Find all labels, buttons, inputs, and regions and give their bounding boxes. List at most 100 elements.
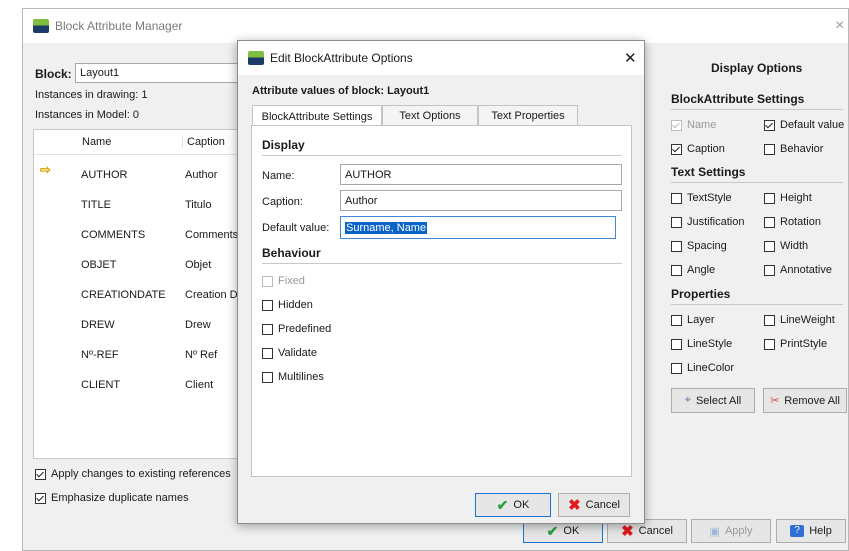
- select-all-icon: ⌖: [684, 394, 691, 406]
- option-checkbox[interactable]: [764, 241, 775, 252]
- divider: [262, 263, 622, 264]
- option-label: LineWeight: [780, 314, 835, 326]
- table-row-name[interactable]: TITLE: [81, 199, 111, 211]
- cancel-x-icon: ✖: [568, 497, 581, 514]
- name-field[interactable]: AUTHOR: [340, 164, 622, 185]
- tab-blockattribute-settings[interactable]: BlockAttribute Settings: [252, 105, 382, 127]
- remove-all-icon: ✂: [770, 395, 780, 407]
- option-checkbox[interactable]: [262, 324, 273, 335]
- option-checkbox[interactable]: [262, 300, 273, 311]
- option-checkbox[interactable]: [764, 144, 775, 155]
- attribute-rows: AUTHOR Author TITLE Titulo COMMENTS Comments O…: [33, 129, 248, 459]
- check-icon: ✔: [496, 496, 509, 513]
- help-icon: ?: [790, 525, 805, 537]
- table-row-name[interactable]: Nº-REF: [81, 349, 119, 361]
- option-label: Caption: [687, 143, 725, 155]
- apply-icon: ▣: [709, 525, 720, 538]
- option-label: Multilines: [278, 371, 324, 383]
- option-label: Hidden: [278, 299, 313, 311]
- table-row-name[interactable]: AUTHOR: [81, 169, 127, 181]
- option-checkbox[interactable]: [262, 372, 273, 383]
- dialog-app-icon: [248, 51, 264, 65]
- dialog-close-icon[interactable]: ✕: [624, 49, 637, 67]
- divider: [671, 304, 843, 305]
- block-label: Block:: [35, 67, 72, 81]
- option-checkbox[interactable]: [671, 363, 682, 374]
- display-section-title: Display: [262, 138, 305, 152]
- option-checkbox[interactable]: [671, 315, 682, 326]
- option-label: Name: [687, 119, 717, 131]
- check-icon: ✔: [546, 522, 559, 539]
- option-label: Validate: [278, 347, 317, 359]
- option-label: TextStyle: [687, 192, 732, 204]
- block-select-value: Layout1: [80, 67, 120, 79]
- divider: [262, 155, 622, 156]
- help-button[interactable]: ? Help: [776, 519, 846, 543]
- cancel-x-icon: ✖: [621, 523, 634, 540]
- option-label: Rotation: [780, 216, 821, 228]
- blockattribute-settings-heading: BlockAttribute Settings: [671, 92, 805, 106]
- option-checkbox[interactable]: [671, 339, 682, 350]
- caption-label: Caption:: [262, 196, 303, 208]
- default-value-field[interactable]: Surname, Name: [340, 216, 616, 239]
- tab-text-properties[interactable]: Text Properties: [478, 105, 578, 126]
- table-row-name[interactable]: OBJET: [81, 259, 116, 271]
- option-checkbox[interactable]: [671, 120, 682, 131]
- option-checkbox[interactable]: [764, 265, 775, 276]
- option-label: Annotative: [780, 264, 832, 276]
- remove-all-button[interactable]: ✂ Remove All: [763, 388, 847, 413]
- option-checkbox[interactable]: [764, 120, 775, 131]
- title-bar: Block Attribute Manager ×: [23, 9, 848, 43]
- text-settings-heading: Text Settings: [671, 165, 746, 179]
- option-checkbox[interactable]: [671, 217, 682, 228]
- option-label: Layer: [687, 314, 715, 326]
- option-label: Width: [780, 240, 809, 252]
- table-row-name[interactable]: COMMENTS: [81, 229, 145, 241]
- dialog-heading: Attribute values of block: Layout1: [252, 85, 430, 97]
- option-label: Behavior: [780, 143, 824, 155]
- caption-field[interactable]: Author: [340, 190, 622, 211]
- select-all-button[interactable]: ⌖ Select All: [671, 388, 755, 413]
- blockattribute-settings-panel: Display Name: AUTHOR Caption: Author Def…: [251, 125, 632, 477]
- apply-changes-label: Apply changes to existing references: [51, 468, 231, 480]
- name-label: Name:: [262, 170, 295, 182]
- window-close-icon[interactable]: ×: [835, 17, 844, 35]
- dialog-ok-button[interactable]: ✔ OK: [475, 493, 551, 517]
- dialog-title-bar: Edit BlockAttribute Options ✕: [238, 41, 644, 75]
- option-checkbox[interactable]: [671, 265, 682, 276]
- option-checkbox[interactable]: [262, 276, 273, 287]
- option-checkbox[interactable]: [764, 339, 775, 350]
- properties-heading: Properties: [671, 287, 731, 301]
- divider: [671, 109, 843, 110]
- option-checkbox[interactable]: [671, 241, 682, 252]
- table-row-name[interactable]: CREATIONDATE: [81, 289, 166, 301]
- option-label: PrintStyle: [780, 338, 828, 350]
- table-row-name[interactable]: DREW: [81, 319, 115, 331]
- divider: [671, 182, 843, 183]
- option-label: Justification: [687, 216, 745, 228]
- option-label: LineStyle: [687, 338, 733, 350]
- option-checkbox[interactable]: [764, 315, 775, 326]
- option-label: Spacing: [687, 240, 727, 252]
- option-checkbox[interactable]: [671, 144, 682, 155]
- option-label: LineColor: [687, 362, 735, 374]
- window-title: Block Attribute Manager: [55, 19, 183, 33]
- table-row-name[interactable]: CLIENT: [81, 379, 120, 391]
- behaviour-section-title: Behaviour: [262, 246, 321, 260]
- dialog-cancel-button[interactable]: ✖ Cancel: [558, 493, 630, 517]
- apply-changes-checkbox[interactable]: [35, 469, 46, 480]
- option-checkbox[interactable]: [671, 193, 682, 204]
- default-value-label: Default value:: [262, 222, 330, 234]
- emphasize-duplicates-checkbox[interactable]: [35, 493, 46, 504]
- emphasize-duplicates-label: Emphasize duplicate names: [51, 492, 189, 504]
- option-label: Angle: [687, 264, 716, 276]
- instances-in-drawing: Instances in drawing: 1: [35, 89, 148, 101]
- tab-text-options[interactable]: Text Options: [382, 105, 478, 126]
- apply-button[interactable]: ▣ Apply: [691, 519, 771, 543]
- option-checkbox[interactable]: [262, 348, 273, 359]
- display-options-title: Display Options: [711, 61, 803, 75]
- option-label: Predefined: [278, 323, 332, 335]
- option-checkbox[interactable]: [764, 193, 775, 204]
- option-label: Fixed: [278, 275, 305, 287]
- option-checkbox[interactable]: [764, 217, 775, 228]
